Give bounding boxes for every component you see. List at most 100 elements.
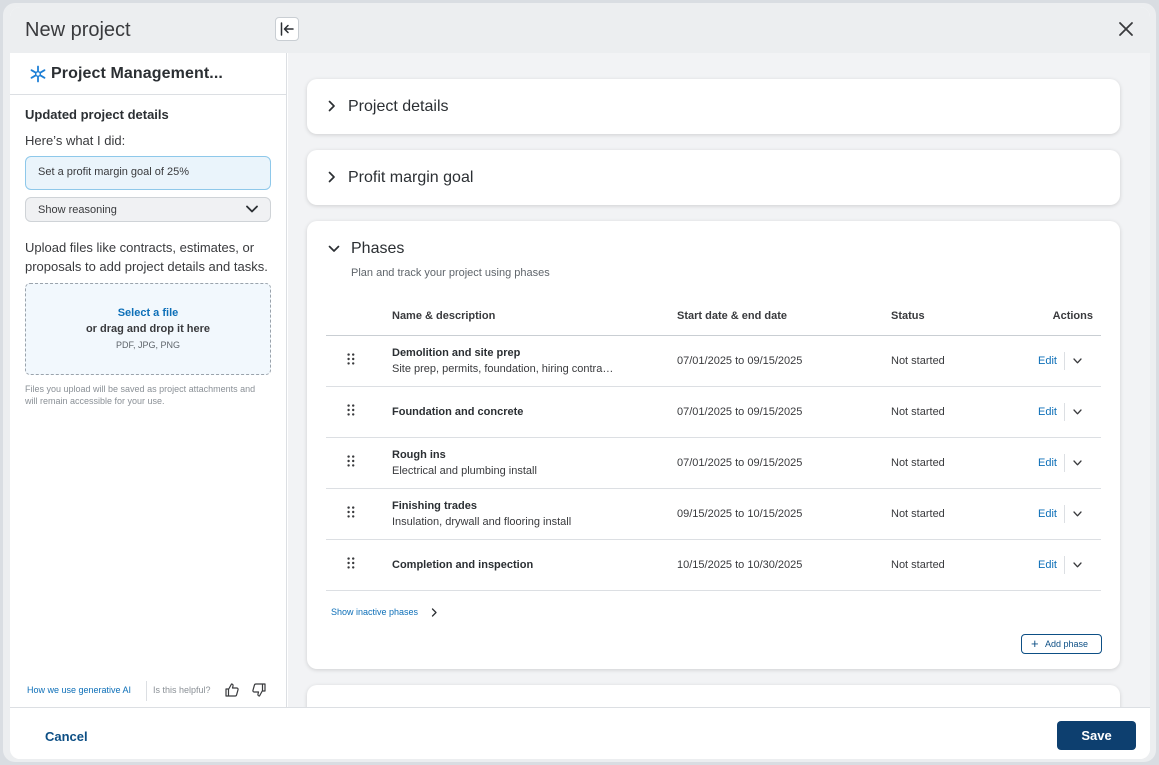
column-header: Actions [1006, 297, 1101, 336]
phases-subtitle: Plan and track your project using phases [351, 267, 550, 279]
phase-row: Rough ins Electrical and plumbing instal… [326, 437, 1101, 489]
phase-row: Foundation and concrete 07/01/2025 to 09… [326, 386, 1101, 438]
main-content: Project details Profit margin goal Phase… [288, 53, 1150, 707]
add-phase-button[interactable]: + Add phase [1021, 634, 1102, 654]
column-header: Start date & end date [677, 297, 891, 336]
section-title: Profit margin goal [348, 169, 474, 186]
panel-title: Project Management... [51, 65, 223, 82]
table-header-row: Name & description Start date & end date… [326, 297, 1101, 336]
phase-dates: 09/15/2025 to 10/15/2025 [677, 488, 891, 540]
collapse-panel-button[interactable] [275, 17, 299, 41]
modal-header: New project [10, 7, 1150, 53]
chevron-down-icon[interactable] [1073, 357, 1082, 364]
file-types: PDF, JPG, PNG [115, 340, 180, 350]
panel-heading: Updated project details [25, 107, 169, 122]
drag-handle-icon[interactable] [347, 455, 355, 467]
thumbs-down-icon[interactable] [251, 682, 267, 698]
phase-dates: 07/01/2025 to 09/15/2025 [677, 437, 891, 489]
phase-name-cell: Demolition and site prep Site prep, perm… [392, 335, 677, 387]
phases-table-body: Demolition and site prep Site prep, perm… [326, 335, 1101, 591]
column-header: Name & description [392, 297, 677, 336]
phases-table: Name & description Start date & end date… [326, 297, 1101, 591]
select-file-link[interactable]: Select a file [26, 307, 270, 319]
phase-status: Not started [891, 386, 1006, 438]
show-reasoning-dropdown[interactable]: Show reasoning [25, 197, 271, 222]
chevron-down-icon[interactable] [1073, 408, 1082, 415]
plus-icon: + [1031, 636, 1039, 651]
phase-name: Finishing trades [392, 499, 477, 512]
phase-name-cell: Finishing trades Insulation, drywall and… [392, 488, 677, 540]
project-details-section[interactable]: Project details [307, 79, 1120, 134]
panel-header: Project Management... [10, 53, 286, 95]
edit-button[interactable]: Edit [1038, 457, 1057, 469]
drag-handle-cell [326, 386, 392, 438]
phase-status: Not started [891, 488, 1006, 540]
phase-actions: Edit [1006, 335, 1101, 387]
drag-handle-icon[interactable] [347, 353, 355, 365]
phase-row: Demolition and site prep Site prep, perm… [326, 335, 1101, 387]
close-icon[interactable] [1116, 19, 1136, 39]
phase-actions: Edit [1006, 386, 1101, 438]
chevron-down-icon[interactable] [1073, 510, 1082, 517]
drag-handle-icon[interactable] [347, 404, 355, 416]
phase-dates: 07/01/2025 to 09/15/2025 [677, 386, 891, 438]
chevron-down-icon [246, 205, 258, 213]
save-button[interactable]: Save [1057, 721, 1136, 750]
generative-ai-link[interactable]: How we use generative AI [27, 685, 131, 695]
phase-status: Not started [891, 335, 1006, 387]
helpful-prompt: Is this helpful? [153, 685, 211, 695]
chevron-down-icon[interactable] [1073, 561, 1082, 568]
section-title: Project details [348, 98, 449, 115]
drag-handle-cell [326, 437, 392, 489]
files-note: Files you upload will be saved as projec… [25, 384, 256, 406]
phase-row: Finishing trades Insulation, drywall and… [326, 488, 1101, 540]
divider [1064, 351, 1065, 370]
drag-handle-icon[interactable] [347, 557, 355, 569]
edit-button[interactable]: Edit [1038, 508, 1057, 520]
chevron-down-icon[interactable] [328, 243, 340, 255]
phase-dates: 07/01/2025 to 09/15/2025 [677, 335, 891, 387]
window-frame: New project Project Management... Update… [3, 3, 1156, 762]
new-project-modal: New project Project Management... Update… [10, 7, 1150, 759]
divider [1064, 453, 1065, 472]
edit-button[interactable]: Edit [1038, 406, 1057, 418]
add-phase-label: Add phase [1045, 639, 1089, 649]
phase-name-cell: Rough ins Electrical and plumbing instal… [392, 437, 677, 489]
drag-handle-icon[interactable] [347, 506, 355, 518]
phase-name: Rough ins [392, 448, 446, 461]
column-header: Status [891, 297, 1006, 336]
panel-subheading: Here’s what I did: [25, 133, 126, 148]
phase-dates: 10/15/2025 to 10/30/2025 [677, 539, 891, 591]
divider [146, 681, 147, 701]
divider [1064, 555, 1065, 574]
edit-button[interactable]: Edit [1038, 355, 1057, 367]
drag-drop-text: or drag and drop it here [85, 323, 211, 335]
file-dropzone[interactable]: Select a file or drag and drop it here P… [25, 283, 271, 375]
phase-description: Site prep, permits, foundation, hiring c… [392, 362, 614, 375]
show-inactive-phases-link[interactable]: Show inactive phases [331, 607, 437, 617]
chevron-right-icon [328, 171, 335, 183]
next-section-partial [307, 685, 1120, 707]
edit-button[interactable]: Edit [1038, 559, 1057, 571]
chevron-right-icon [328, 100, 335, 112]
phase-actions: Edit [1006, 488, 1101, 540]
phase-name-cell: Foundation and concrete [392, 386, 677, 438]
phase-actions: Edit [1006, 437, 1101, 489]
divider [1064, 504, 1065, 523]
sparkle-icon [30, 65, 46, 83]
phase-name-cell: Completion and inspection [392, 539, 677, 591]
thumbs-up-icon[interactable] [224, 682, 240, 698]
phase-status: Not started [891, 539, 1006, 591]
collapse-panel-icon [280, 22, 294, 36]
cancel-button[interactable]: Cancel [45, 729, 88, 744]
modal-footer: Cancel Save [10, 707, 1150, 759]
show-reasoning-label: Show reasoning [38, 204, 117, 216]
ai-action-summary: Set a profit margin goal of 25% [25, 156, 271, 190]
phase-name: Foundation and concrete [392, 405, 524, 418]
phase-description: Insulation, drywall and flooring install [392, 515, 572, 528]
chevron-down-icon[interactable] [1073, 459, 1082, 466]
drag-handle-cell [326, 335, 392, 387]
divider [1064, 402, 1065, 421]
drag-handle-cell [326, 539, 392, 591]
profit-margin-section[interactable]: Profit margin goal [307, 150, 1120, 205]
